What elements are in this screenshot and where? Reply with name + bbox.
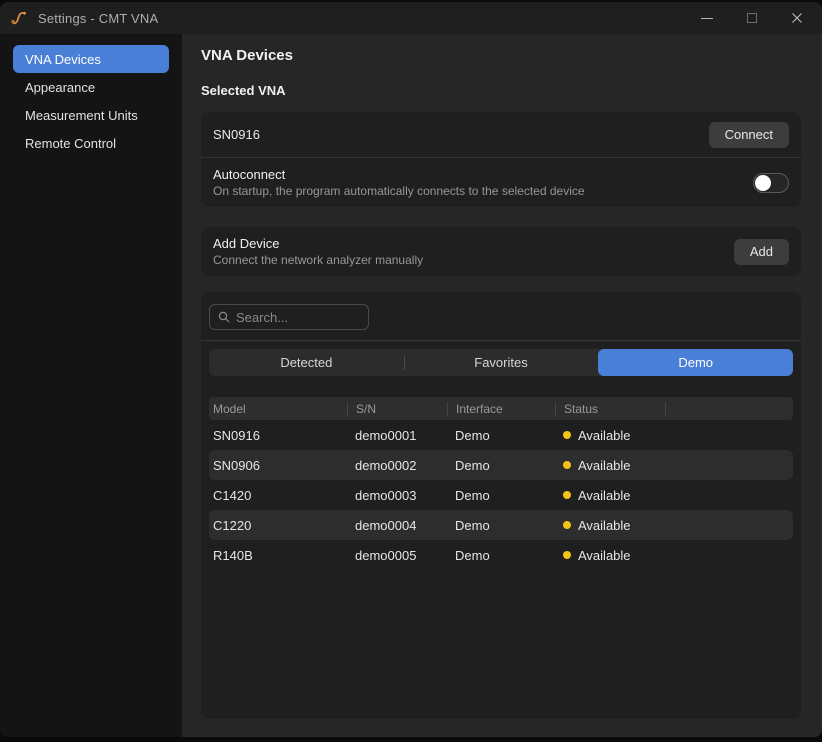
status-dot-icon [563, 491, 571, 499]
column-header-empty [665, 402, 793, 416]
table-row[interactable]: SN0916 demo0001 Demo Available [209, 420, 793, 450]
cell-status: Available [555, 518, 665, 533]
table-row[interactable]: C1220 demo0004 Demo Available [209, 510, 793, 540]
cell-model: C1220 [209, 518, 347, 533]
cell-interface: Demo [447, 518, 555, 533]
column-header-interface: Interface [447, 402, 555, 416]
autoconnect-description: On startup, the program automatically co… [213, 183, 585, 199]
tab-label: Detected [280, 355, 332, 370]
cell-interface: Demo [447, 428, 555, 443]
column-header-sn: S/N [347, 402, 447, 416]
sidebar-item-label: Measurement Units [25, 108, 138, 123]
cell-model: SN0906 [209, 458, 347, 473]
add-device-row: Add Device Connect the network analyzer … [201, 227, 801, 276]
table-header: Model S/N Interface Status [209, 397, 793, 420]
tab-favorites[interactable]: Favorites [404, 349, 599, 376]
settings-window: Settings - CMT VNA VNA Devices Appearanc… [0, 2, 822, 737]
cell-status: Available [555, 458, 665, 473]
selected-vna-name: SN0916 [213, 127, 260, 142]
settings-sidebar: VNA Devices Appearance Measurement Units… [0, 34, 182, 737]
cell-model: R140B [209, 548, 347, 563]
tab-label: Favorites [474, 355, 527, 370]
cell-sn: demo0005 [347, 548, 447, 563]
add-device-card: Add Device Connect the network analyzer … [201, 227, 801, 276]
table-row[interactable]: C1420 demo0003 Demo Available [209, 480, 793, 510]
status-label: Available [578, 458, 631, 473]
cell-interface: Demo [447, 548, 555, 563]
status-dot-icon [563, 461, 571, 469]
cell-interface: Demo [447, 458, 555, 473]
sidebar-item-appearance[interactable]: Appearance [13, 73, 169, 101]
tab-label: Demo [678, 355, 713, 370]
status-dot-icon [563, 431, 571, 439]
selected-vna-heading: Selected VNA [201, 83, 801, 98]
status-dot-icon [563, 521, 571, 529]
cell-status: Available [555, 548, 665, 563]
selected-vna-card: SN0916 Connect Autoconnect On startup, t… [201, 112, 801, 207]
toggle-knob [755, 175, 771, 191]
sidebar-item-remote-control[interactable]: Remote Control [13, 129, 169, 157]
sidebar-item-label: Remote Control [25, 136, 116, 151]
tab-demo[interactable]: Demo [598, 349, 793, 376]
column-header-model: Model [209, 402, 347, 416]
selected-vna-row: SN0916 Connect [201, 112, 801, 157]
close-icon [791, 12, 803, 24]
table-row[interactable]: R140B demo0005 Demo Available [209, 540, 793, 570]
sidebar-item-measurement-units[interactable]: Measurement Units [13, 101, 169, 129]
main-panel: VNA Devices Selected VNA SN0916 Connect … [182, 34, 822, 737]
maximize-button[interactable] [737, 2, 767, 34]
table-row[interactable]: SN0906 demo0002 Demo Available [209, 450, 793, 480]
status-label: Available [578, 428, 631, 443]
cell-sn: demo0002 [347, 458, 447, 473]
titlebar: Settings - CMT VNA [0, 2, 822, 34]
connect-button[interactable]: Connect [709, 122, 789, 148]
close-button[interactable] [782, 2, 812, 34]
window-title: Settings - CMT VNA [38, 11, 158, 26]
search-icon [218, 311, 230, 323]
sidebar-item-label: VNA Devices [25, 52, 101, 67]
cell-sn: demo0003 [347, 488, 447, 503]
add-device-label: Add Device [213, 235, 423, 252]
device-source-tabs: Detected Favorites Demo [209, 349, 793, 376]
add-device-description: Connect the network analyzer manually [213, 252, 423, 268]
cell-model: SN0916 [209, 428, 347, 443]
cell-status: Available [555, 428, 665, 443]
minimize-button[interactable] [692, 2, 722, 34]
status-label: Available [578, 548, 631, 563]
autoconnect-toggle[interactable] [753, 173, 789, 193]
cell-model: C1420 [209, 488, 347, 503]
add-button[interactable]: Add [734, 239, 789, 265]
device-list-card: Detected Favorites Demo Model S/N Interf… [201, 292, 801, 719]
page-title: VNA Devices [201, 47, 801, 65]
search-field[interactable] [209, 304, 369, 330]
column-header-status: Status [555, 402, 665, 416]
maximize-icon [747, 13, 757, 23]
autoconnect-row: Autoconnect On startup, the program auto… [201, 158, 801, 207]
autoconnect-label: Autoconnect [213, 166, 585, 183]
tab-detected[interactable]: Detected [209, 349, 404, 376]
panel-divider [201, 340, 801, 341]
search-input[interactable] [236, 310, 346, 325]
minimize-icon [701, 18, 713, 19]
sidebar-item-label: Appearance [25, 80, 95, 95]
cell-status: Available [555, 488, 665, 503]
status-label: Available [578, 518, 631, 533]
cell-sn: demo0004 [347, 518, 447, 533]
status-dot-icon [563, 551, 571, 559]
cell-interface: Demo [447, 488, 555, 503]
status-label: Available [578, 488, 631, 503]
cell-sn: demo0001 [347, 428, 447, 443]
app-logo-icon [10, 9, 28, 27]
sidebar-item-vna-devices[interactable]: VNA Devices [13, 45, 169, 73]
